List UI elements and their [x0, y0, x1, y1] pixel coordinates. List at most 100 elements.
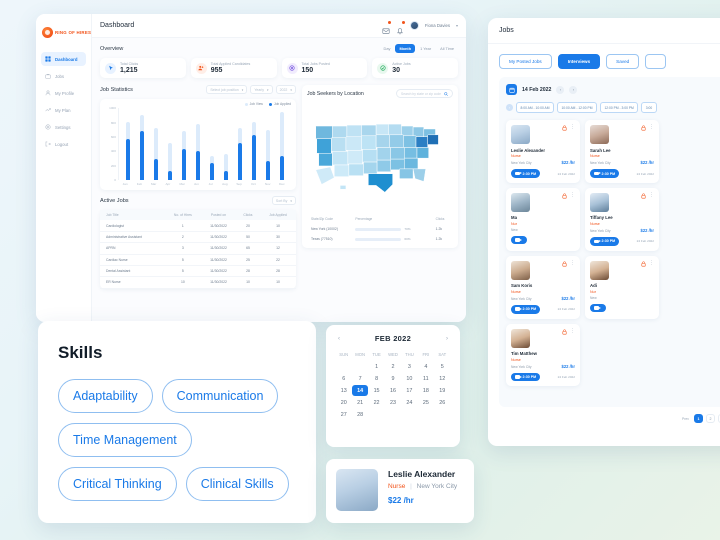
calendar-day[interactable]: 4 — [418, 361, 433, 372]
notifications-button[interactable] — [396, 20, 405, 34]
lock-icon[interactable] — [562, 193, 567, 199]
tab-saved[interactable]: Saved — [606, 54, 640, 69]
sidebar-item-settings[interactable]: Settings — [41, 120, 86, 134]
candidate-card[interactable]: ⋮ Adi Nur New — [585, 255, 659, 319]
pagination-page-2[interactable]: 2 — [706, 414, 715, 423]
bar-group[interactable] — [237, 108, 243, 181]
join-call-button[interactable] — [511, 235, 527, 245]
calendar-day[interactable]: 7 — [352, 373, 367, 384]
tab-overflow[interactable] — [645, 54, 667, 69]
stat-card-total-clicks[interactable]: Total Clicks 1,215 — [100, 58, 186, 78]
skill-chip[interactable]: Clinical Skills — [185, 467, 289, 501]
skill-chip[interactable]: Time Management — [58, 423, 192, 457]
calendar-day[interactable]: 16 — [385, 385, 400, 396]
stat-card-active-jobs[interactable]: Active Jobs 30 — [372, 58, 458, 78]
tab-interviews[interactable]: Interviews — [557, 54, 601, 69]
calendar-day[interactable]: 13 — [336, 385, 351, 396]
time-slot[interactable]: 10:00 AM - 12:00 PM — [556, 102, 597, 114]
lock-icon[interactable] — [562, 125, 567, 131]
messages-button[interactable] — [382, 20, 391, 34]
calendar-day[interactable]: 12 — [435, 373, 450, 384]
bar-group[interactable] — [195, 108, 201, 181]
calendar-day[interactable]: 20 — [336, 397, 351, 408]
table-row[interactable]: ER Nurse 10 11/30/2022 10 10 — [100, 276, 296, 289]
profile-card[interactable]: Leslie Alexander Nurse | New York City $… — [326, 459, 474, 523]
table-row[interactable]: Administrative Assistant 2 11/30/2022 50 30 — [100, 231, 296, 244]
join-call-button[interactable]: 2:30 PM — [590, 236, 620, 246]
calendar-day[interactable]: 2 — [385, 361, 400, 372]
skill-chip[interactable]: Communication — [161, 379, 279, 413]
sidebar-item-dashboard[interactable]: Dashboard — [41, 52, 86, 66]
lock-icon[interactable] — [641, 193, 646, 199]
calendar-day[interactable]: 10 — [402, 373, 417, 384]
calendar-day-selected[interactable]: 14 — [352, 385, 368, 396]
candidate-card[interactable]: ⋮ Sam Koris Nurse New York City $22 /hr 2:30 … — [506, 255, 580, 319]
calendar-day[interactable]: 25 — [418, 397, 433, 408]
time-slot[interactable]: 12:00 PM - 3:00 PM — [599, 102, 639, 114]
pagination-prev[interactable]: Prev — [682, 417, 689, 421]
lock-icon[interactable] — [641, 125, 646, 131]
table-row[interactable]: Cardiac Nurse 5 11/30/2022 25 22 — [100, 254, 296, 266]
calendar-day[interactable]: 8 — [369, 373, 384, 384]
calendar-day[interactable]: 22 — [369, 397, 384, 408]
range-1-year[interactable]: 1 Year — [416, 44, 435, 53]
bar-group[interactable] — [251, 108, 257, 181]
sort-by-select[interactable]: Sort By ▾ — [271, 196, 296, 206]
calendar-day[interactable]: 27 — [336, 409, 351, 420]
prev-day-button[interactable]: ‹ — [556, 85, 565, 94]
range-day[interactable]: Day — [380, 44, 395, 53]
candidate-card[interactable]: ⋮ Tim Matthew Nurse New York City $22 /hr 2:3… — [506, 323, 580, 387]
join-call-button[interactable]: 2:30 PM — [511, 169, 541, 178]
candidate-card[interactable]: ⋮ Sarah Lee Nurse New York City $22 /hr 2:30 … — [585, 120, 659, 183]
range-month[interactable]: Month — [395, 44, 416, 53]
calendar-day[interactable]: 3 — [402, 361, 417, 372]
stat-card-total-applied-candidates[interactable]: Total Applied Candidates 955 — [190, 58, 277, 78]
bar-group[interactable] — [209, 108, 215, 181]
calendar-day[interactable]: 23 — [385, 397, 400, 408]
us-map[interactable]: State/Zip Code Percentage Clicks New York … — [302, 101, 458, 248]
table-row[interactable]: APRN 3 11/30/2022 65 12 — [100, 242, 296, 255]
period-select[interactable]: Yearly ▾ — [250, 85, 273, 95]
calendar-day[interactable]: 19 — [435, 385, 450, 396]
more-options-icon[interactable]: ⋮ — [570, 260, 575, 266]
bar-group[interactable] — [279, 108, 285, 181]
chevron-down-icon[interactable]: ▾ — [456, 23, 458, 28]
candidate-card[interactable]: ⋮ Ma Nur New — [506, 187, 580, 251]
calendar-day[interactable]: 1 — [369, 361, 384, 372]
more-options-icon[interactable]: ⋮ — [649, 260, 654, 266]
stat-card-total-jobs-posted[interactable]: Total Jobs Posted 150 — [281, 58, 368, 78]
range-all-time[interactable]: All Time — [436, 44, 458, 53]
app-logo[interactable]: RING OF HIRES — [36, 20, 91, 44]
more-options-icon[interactable]: ⋮ — [649, 192, 654, 198]
more-options-icon[interactable]: ⋮ — [570, 192, 575, 198]
bar-group[interactable] — [223, 108, 229, 181]
calendar-icon[interactable] — [506, 84, 517, 95]
location-search-input[interactable]: Search by state or zip code — [396, 89, 453, 99]
calendar-day[interactable]: 18 — [418, 385, 433, 396]
bar-group[interactable] — [139, 108, 145, 181]
year-select[interactable]: 2022 ▾ — [275, 85, 296, 95]
calendar-day[interactable]: 26 — [435, 397, 450, 408]
bar-group[interactable] — [153, 108, 159, 181]
calendar-day[interactable]: 28 — [352, 409, 367, 420]
table-row[interactable]: New York (10002) 70% 1.2k — [307, 224, 453, 234]
more-options-icon[interactable]: ⋮ — [570, 125, 575, 130]
candidate-card[interactable]: ⋮ Leslie Alexander Nurse New York City $22 /… — [506, 120, 580, 183]
more-options-icon[interactable]: ⋮ — [649, 125, 654, 130]
tab-my-posted-jobs[interactable]: My Posted Jobs — [499, 54, 552, 69]
calendar-day[interactable]: 15 — [369, 385, 384, 396]
table-row[interactable]: Texas (77510) 60% 1.2k — [307, 234, 453, 244]
sidebar-item-jobs[interactable]: Jobs — [41, 69, 86, 83]
bar-group[interactable] — [181, 108, 187, 181]
calendar-day[interactable]: 5 — [435, 361, 450, 372]
sidebar-item-my-profile[interactable]: My Profile — [41, 86, 86, 100]
skill-chip[interactable]: Adaptability — [58, 379, 153, 413]
candidate-card[interactable]: ⋮ Tiffany Lee Nurse New York City $22 /hr 2:3… — [585, 187, 659, 251]
calendar-day[interactable]: 11 — [418, 373, 433, 384]
bar-group[interactable] — [167, 108, 173, 181]
calendar-day[interactable]: 24 — [402, 397, 417, 408]
time-slot[interactable]: 3:00 — [641, 102, 657, 114]
join-call-button[interactable]: 2:30 PM — [511, 372, 541, 382]
join-call-button[interactable]: 2:30 PM — [590, 169, 620, 178]
lock-icon[interactable] — [562, 261, 567, 267]
